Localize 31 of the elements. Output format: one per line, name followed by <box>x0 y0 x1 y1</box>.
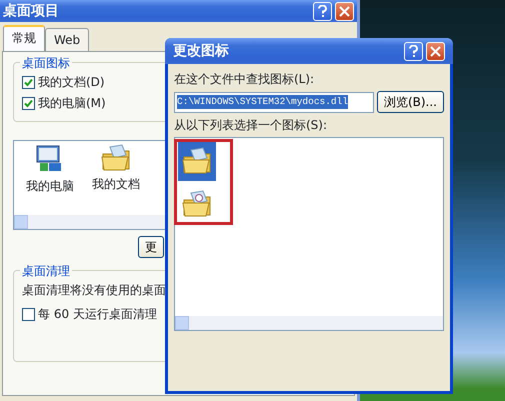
help-icon <box>409 45 418 57</box>
close-icon <box>430 46 441 56</box>
folder-icon[interactable] <box>101 144 131 172</box>
checkbox[interactable] <box>22 96 35 110</box>
list-label: 从以下列表选择一个图标(S): <box>174 117 328 134</box>
window-title: 更改图标 <box>173 42 230 60</box>
icon-label[interactable]: 我的电脑 <box>26 177 74 195</box>
window-title: 桌面项目 <box>3 2 60 20</box>
file-path-field[interactable]: C:\WINDOWS\SYSTEM32\mydocs.dll <box>174 92 374 112</box>
help-button[interactable] <box>404 42 423 60</box>
checkbox-label: 我的电脑(M) <box>38 95 106 112</box>
checkbox-label: 每 60 天运行桌面清理 <box>38 306 157 323</box>
icon-label[interactable]: 我的文档 <box>92 175 140 193</box>
help-icon <box>318 5 327 17</box>
close-icon <box>339 6 350 16</box>
folder-icon[interactable] <box>178 141 216 181</box>
help-button[interactable] <box>313 2 332 20</box>
tab[interactable]: 常规 <box>3 25 45 51</box>
close-button[interactable] <box>426 42 445 60</box>
group-title: 桌面图标 <box>20 54 72 72</box>
horizontal-scrollbar[interactable] <box>175 316 443 330</box>
close-button[interactable] <box>335 2 354 20</box>
field-label: 在这个文件中查找图标(L): <box>174 71 316 88</box>
change-icon-button[interactable]: 更 <box>138 236 164 258</box>
checkbox[interactable] <box>22 308 35 320</box>
group-title: 桌面清理 <box>20 262 72 280</box>
description-text: 桌面清理将没有使用的桌面 <box>22 282 167 299</box>
tab[interactable]: Web <box>45 28 90 51</box>
checkbox-label: 我的文档(D) <box>38 74 105 91</box>
browse-button[interactable]: 浏览(B)... <box>376 91 444 113</box>
checkbox[interactable] <box>22 76 35 88</box>
